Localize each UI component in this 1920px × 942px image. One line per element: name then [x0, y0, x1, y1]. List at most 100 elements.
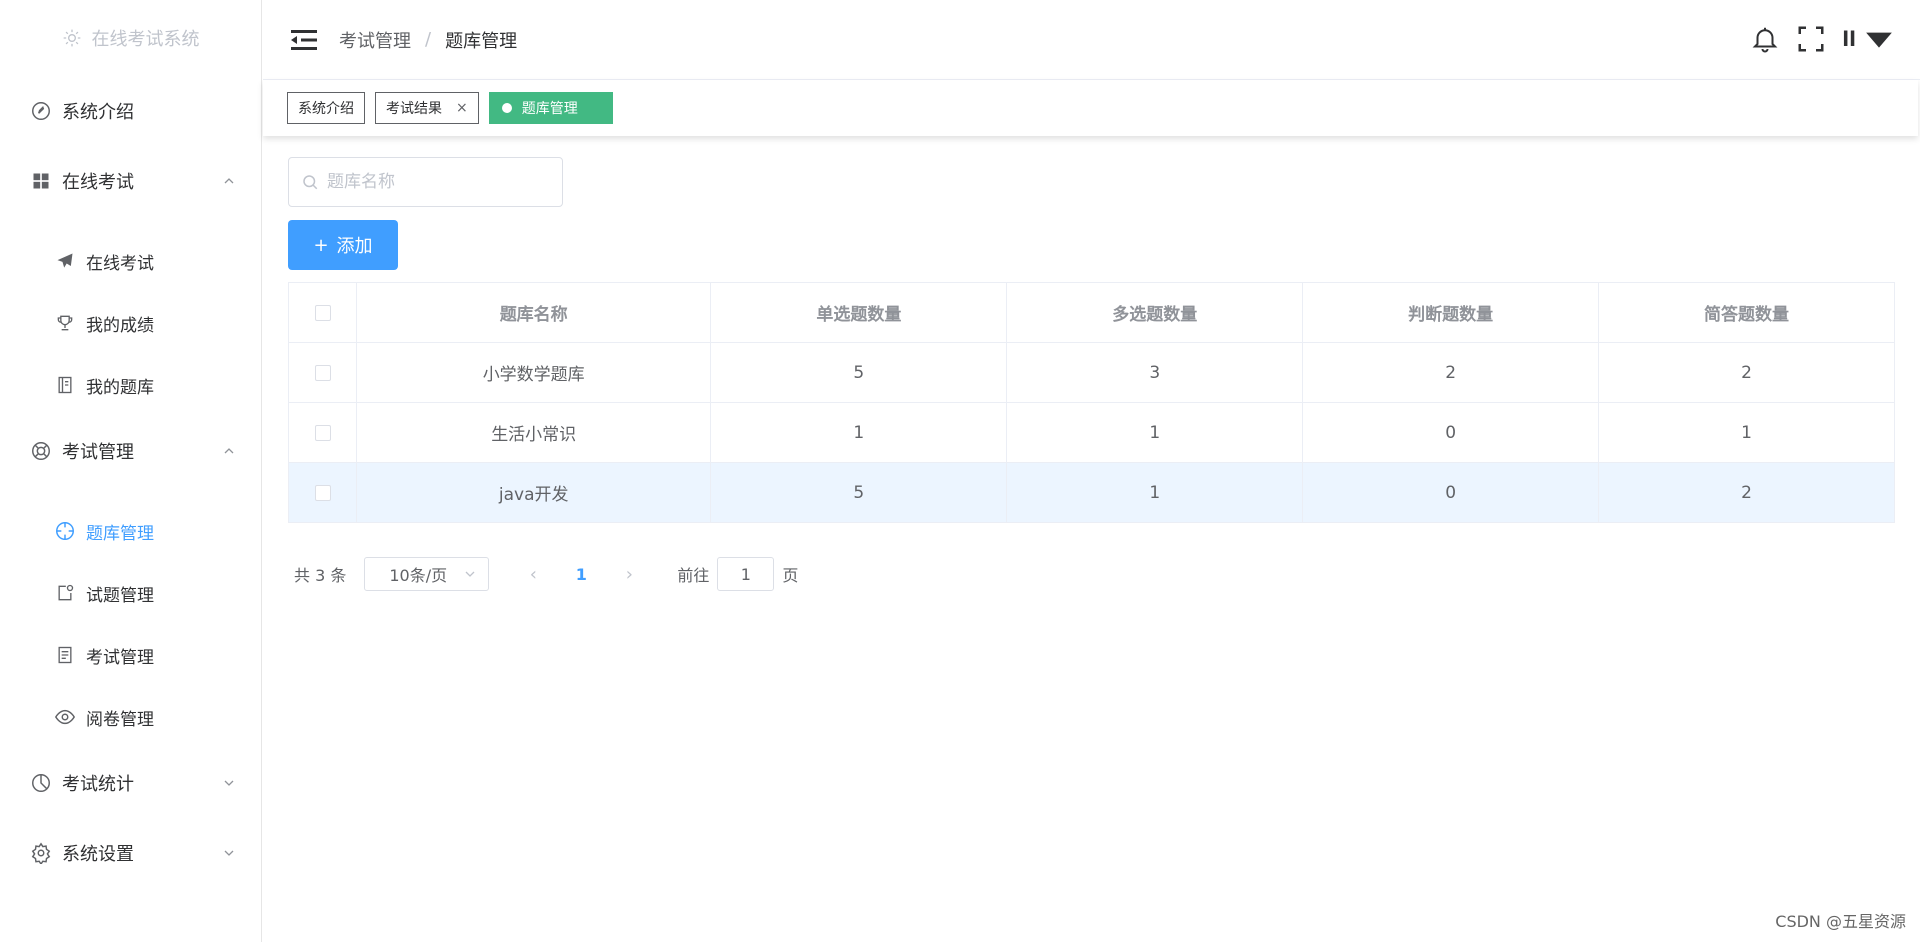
- doc-badge-icon: [54, 582, 76, 604]
- fullscreen-icon[interactable]: [1796, 24, 1826, 54]
- grid-icon: [30, 170, 52, 192]
- table-cell: 2: [1598, 342, 1895, 403]
- submenu-item-question-management[interactable]: 试题管理: [0, 562, 261, 624]
- tag-system-intro[interactable]: 系统介绍: [287, 92, 365, 124]
- search-box: [288, 157, 563, 207]
- goto-page: 前往 页: [677, 557, 798, 591]
- table-cell: 1: [1598, 402, 1895, 463]
- table-row[interactable]: java开发 5 1 0 2: [288, 462, 1895, 523]
- page-size-value: 10条/页: [389, 566, 448, 585]
- submenu-item-label: 题库管理: [86, 523, 154, 544]
- notebook-icon: [54, 374, 76, 396]
- prev-page-button[interactable]: ‹: [509, 564, 557, 585]
- submenu-item-label: 考试管理: [86, 647, 154, 668]
- header-actions: ll: [1750, 24, 1894, 54]
- goto-label: 前往: [677, 566, 710, 585]
- submenu-item-grading-management[interactable]: 阅卷管理: [0, 686, 261, 748]
- column-header: 判断题数量: [1302, 282, 1600, 343]
- caret-down-icon: [1866, 32, 1892, 48]
- column-header: 单选题数量: [710, 282, 1008, 343]
- question-bank-table: 题库名称 单选题数量 多选题数量 判断题数量 简答题数量 小学数学题库 5 3 …: [288, 282, 1895, 523]
- menu-item-label: 在线考试: [62, 172, 134, 193]
- table-header-row: 题库名称 单选题数量 多选题数量 判断题数量 简答题数量: [288, 282, 1895, 343]
- submenu-item-question-bank-management[interactable]: 题库管理: [0, 500, 261, 562]
- breadcrumb-separator: /: [425, 29, 432, 50]
- goto-suffix: 页: [782, 566, 799, 585]
- breadcrumb-item-question-bank: 题库管理: [445, 30, 518, 52]
- document-icon: [54, 644, 76, 666]
- main-content: + 添加 题库名称 单选题数量 多选题数量 判断题数量 简答题数量 小学数学题库…: [288, 136, 1895, 591]
- breadcrumb: 考试管理 / 题库管理: [339, 27, 517, 53]
- next-page-button[interactable]: ›: [605, 564, 653, 585]
- pagination: 共 3 条 10条/页 ‹ 1 › 前往 页: [288, 557, 1894, 591]
- collapse-menu-icon[interactable]: [291, 29, 317, 51]
- menu-item-label: 考试统计: [62, 774, 134, 795]
- table-row[interactable]: 生活小常识 1 1 0 1: [288, 402, 1895, 463]
- page-number-current[interactable]: 1: [557, 565, 605, 584]
- chevron-down-icon: [465, 571, 475, 577]
- pagination-total: 共 3 条: [294, 566, 347, 585]
- tag-question-bank-management[interactable]: 题库管理: [488, 92, 613, 124]
- menu-item-label: 系统设置: [62, 844, 134, 865]
- bell-icon[interactable]: [1750, 24, 1780, 54]
- table-cell: 3: [1006, 342, 1304, 403]
- menu-item-exam-statistics[interactable]: 考试统计: [0, 748, 261, 818]
- submenu-item-my-question-bank[interactable]: 我的题库: [0, 354, 261, 416]
- row-checkbox-cell: [288, 342, 357, 403]
- row-checkbox[interactable]: [314, 424, 331, 441]
- close-icon[interactable]: ×: [456, 100, 468, 116]
- submenu-item-label: 我的成绩: [86, 315, 154, 336]
- sidebar: 在线考试系统 系统介绍 在线考试 在线考试 我的成绩 我的题库 考试管理 题库管…: [0, 0, 262, 942]
- menu-item-online-exam[interactable]: 在线考试: [0, 146, 261, 216]
- add-button-label: 添加: [336, 236, 373, 257]
- table-cell: 0: [1302, 462, 1600, 523]
- user-menu[interactable]: ll: [1842, 24, 1894, 54]
- menu-item-system-intro[interactable]: 系统介绍: [0, 76, 261, 146]
- active-dot-icon: [501, 103, 512, 113]
- chevron-up-icon: [224, 448, 234, 454]
- search-icon: [303, 175, 318, 190]
- submenu-item-label: 我的题库: [86, 377, 154, 398]
- submenu-item-label: 在线考试: [86, 253, 154, 274]
- add-button[interactable]: + 添加: [288, 220, 398, 270]
- gear-icon: [30, 842, 52, 864]
- eye-icon: [54, 706, 76, 728]
- table-cell: 1: [1006, 402, 1304, 463]
- submenu-item-label: 试题管理: [86, 585, 154, 606]
- goto-page-input[interactable]: [717, 557, 775, 591]
- pie-chart-icon: [30, 772, 52, 794]
- select-all-checkbox[interactable]: [314, 304, 331, 321]
- submenu-item-exam-management[interactable]: 考试管理: [0, 624, 261, 686]
- row-checkbox[interactable]: [314, 484, 331, 501]
- user-name: ll: [1842, 27, 1856, 51]
- table-cell: java开发: [355, 462, 712, 523]
- row-checkbox[interactable]: [314, 364, 331, 381]
- submenu-item-my-scores[interactable]: 我的成绩: [0, 292, 261, 354]
- table-cell: 2: [1302, 342, 1600, 403]
- watermark: CSDN @五星资源: [1775, 912, 1906, 931]
- tag-label: 系统介绍: [298, 101, 354, 117]
- submenu-item-online-exam[interactable]: 在线考试: [0, 230, 261, 292]
- top-header: 考试管理 / 题库管理 ll: [263, 0, 1920, 80]
- app-title: 在线考试系统: [91, 29, 200, 50]
- page-size-select[interactable]: 10条/页: [364, 557, 490, 591]
- column-header: 题库名称: [355, 282, 712, 343]
- lifebuoy-icon: [30, 440, 52, 462]
- menu-item-label: 系统介绍: [62, 102, 134, 123]
- table-row[interactable]: 小学数学题库 5 3 2 2: [288, 342, 1895, 403]
- row-checkbox-cell: [288, 462, 357, 523]
- table-cell: 5: [710, 462, 1008, 523]
- chevron-down-icon: [224, 850, 234, 856]
- breadcrumb-item-exam-management[interactable]: 考试管理: [339, 27, 411, 53]
- tag-label: 考试结果: [386, 101, 442, 117]
- submenu-item-label: 阅卷管理: [86, 709, 154, 730]
- menu-item-label: 考试管理: [62, 442, 134, 463]
- tag-label: 题库管理: [521, 101, 578, 117]
- chevron-down-icon: [224, 780, 234, 786]
- tag-exam-results[interactable]: 考试结果 ×: [375, 92, 479, 124]
- menu-item-system-settings[interactable]: 系统设置: [0, 818, 261, 888]
- table-cell: 小学数学题库: [355, 342, 712, 403]
- menu-item-exam-management[interactable]: 考试管理: [0, 416, 261, 486]
- sun-icon: [63, 29, 80, 47]
- search-input[interactable]: [327, 172, 547, 192]
